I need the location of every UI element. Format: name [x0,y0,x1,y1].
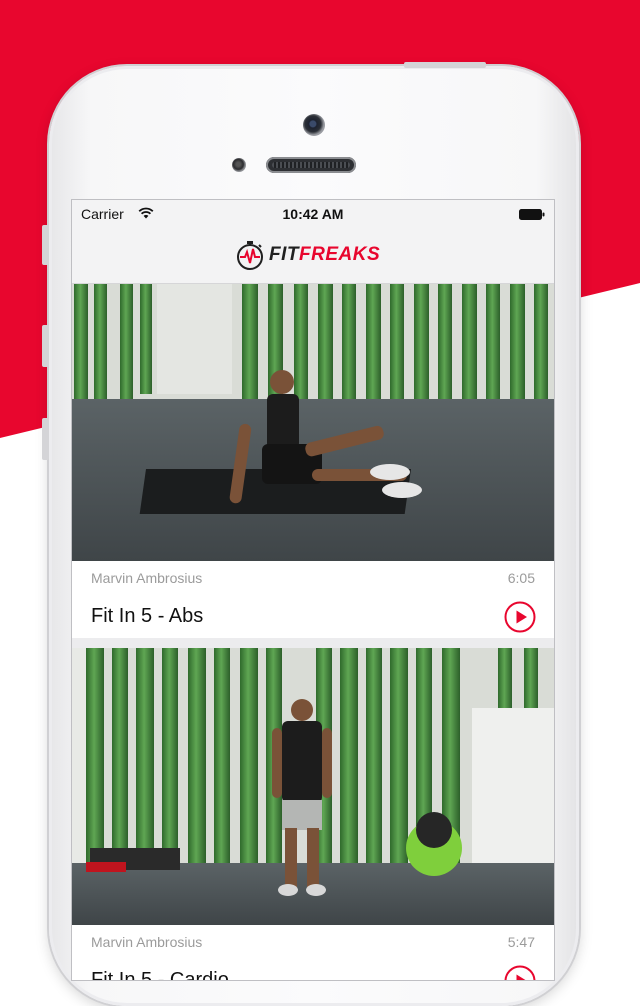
video-author: Marvin Ambrosius [91,934,203,950]
fitfreaks-logo: FITFREAKS [234,238,380,272]
play-icon[interactable] [504,601,536,633]
nav-bar: FITFREAKS [72,228,554,284]
video-duration: 5:47 [507,934,535,950]
earpiece-speaker [266,157,356,173]
video-thumbnail[interactable] [72,284,554,561]
power-button [404,62,486,68]
stopwatch-heartbeat-icon [237,241,263,270]
video-card[interactable]: Marvin Ambrosius 5:47 Fit In 5 - Cardio [72,648,554,980]
battery-icon [519,209,545,220]
play-icon[interactable] [504,965,536,980]
video-meta: Marvin Ambrosius 6:05 Fit In 5 - Abs [72,561,554,638]
logo-wordmark: FITFREAKS [269,244,381,265]
status-bar: Carrier 10:42 AM [72,200,554,228]
video-duration: 6:05 [507,570,535,586]
app-screen: Carrier 10:42 AM FITFREAKS Marvin Ambros… [72,200,554,980]
mute-switch [42,225,49,265]
video-thumbnail[interactable] [72,648,554,925]
video-card[interactable]: Marvin Ambrosius 6:05 Fit In 5 - Abs [72,284,554,638]
volume-down-button [42,418,49,460]
proximity-sensor [232,158,246,172]
front-camera [303,114,325,136]
video-author: Marvin Ambrosius [91,570,203,586]
video-meta: Marvin Ambrosius 5:47 Fit In 5 - Cardio [72,925,554,980]
volume-up-button [42,325,49,367]
video-title[interactable]: Fit In 5 - Abs [91,605,203,628]
card-divider [72,638,554,648]
status-time: 10:42 AM [282,206,344,222]
